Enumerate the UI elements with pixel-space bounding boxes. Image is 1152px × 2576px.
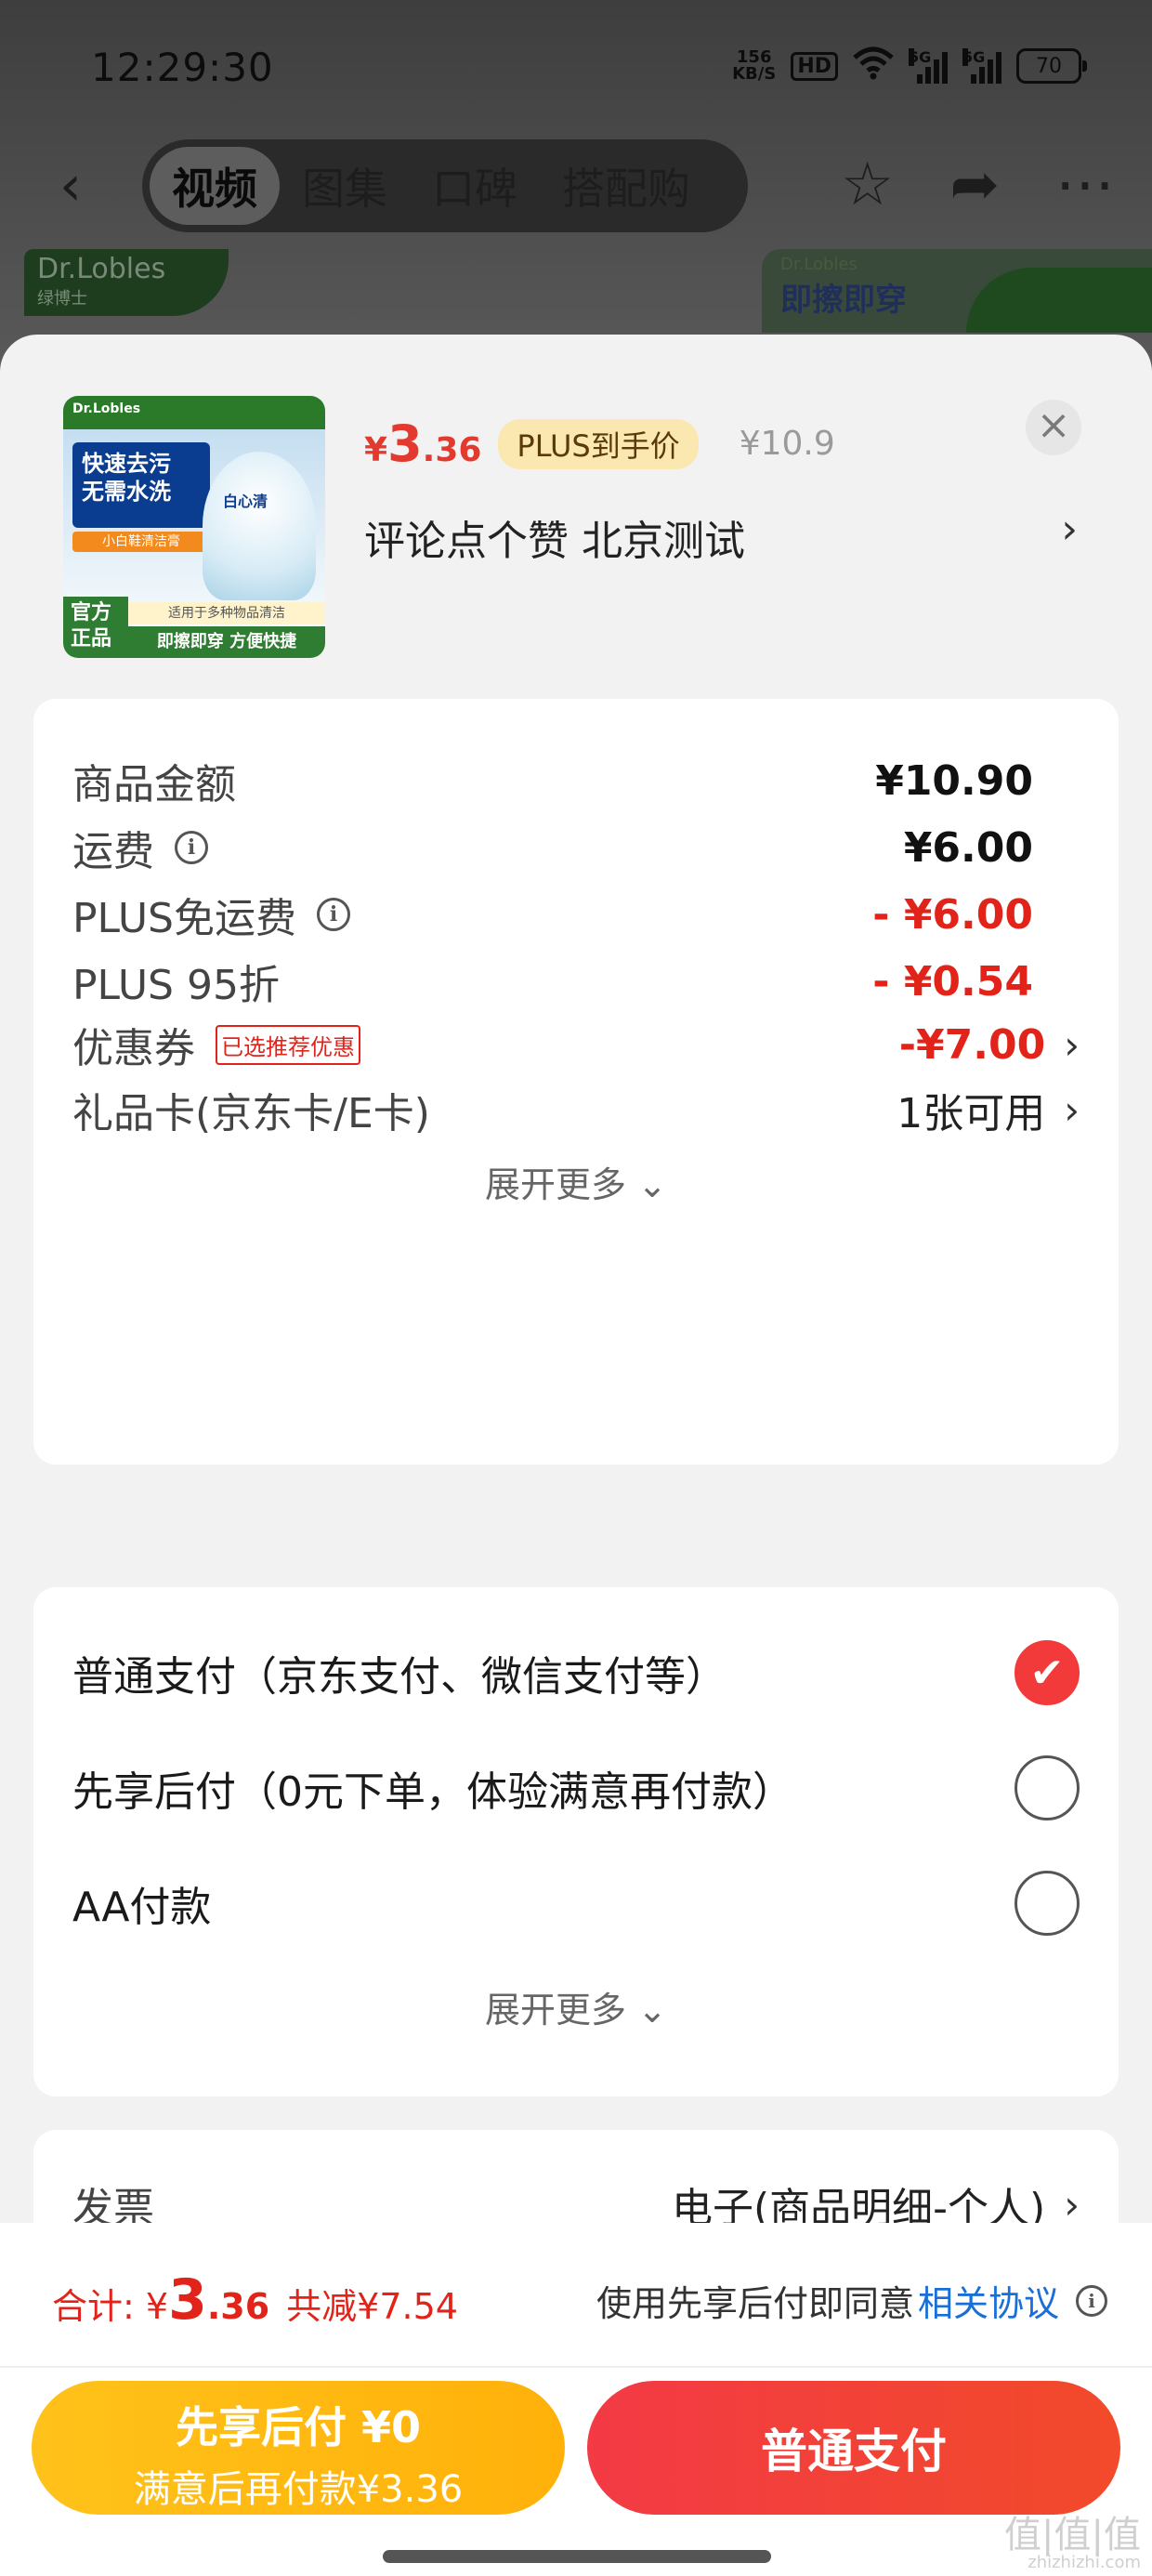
tab-video[interactable]: 视频 [150,147,280,225]
brand-banner-left: Dr.Lobles 绿博士 [24,249,229,316]
chevron-right-icon: › [1064,1086,1080,1133]
chevron-right-icon[interactable]: › [1061,506,1078,553]
fee-row-coupon[interactable]: 优惠券 已选推荐优惠 -¥7.00 › [72,1017,1080,1073]
normal-pay-button[interactable]: 普通支付 [587,2381,1120,2515]
clock: 12:29:30 [91,45,274,90]
signal-icon-1: 5G [909,48,948,84]
product-thumbnail[interactable]: Dr.Lobles 快速去污 无需水洗 小白鞋清洁膏 白心清 适用于多种物品清洁… [63,396,325,658]
pay-option-aa[interactable]: AA付款 [72,1866,1080,1940]
checkout-bottom-bar: 合计: ¥3.36 共减¥7.54 使用先享后付即同意 相关协议 i 先享后付 ¥… [0,2223,1152,2576]
top-nav: ‹ 视频 图集 口碑 搭配购 ☆ ➦ ⋯ [0,139,1152,232]
star-icon[interactable]: ☆ [841,152,894,217]
expand-more-payments[interactable]: 展开更多 ⌄ [33,1981,1119,2032]
brand-banner-right: Dr.Lobles 即擦即穿 [762,249,1152,333]
hd-icon: HD [791,51,838,81]
price-row: ¥3.36 PLUS到手价 ¥10.9 [364,414,835,473]
media-tabs: 视频 图集 口碑 搭配购 [142,139,748,232]
plus-price-badge: PLUS到手价 [498,418,699,469]
product-name[interactable]: 评论点个赞 北京测试 [364,507,745,567]
agreement-link[interactable]: 相关协议 [918,2275,1059,2326]
divider [0,2366,1152,2368]
chevron-right-icon: › [1064,1021,1080,1068]
fee-row-subtotal: 商品金额 ¥10.90 [72,756,1033,809]
order-total: 合计: ¥3.36 共减¥7.54 [52,2267,458,2333]
wifi-icon [853,46,894,85]
original-price: ¥10.9 [739,425,835,463]
radio-unchecked[interactable] [1015,1755,1080,1820]
back-arrow-icon[interactable]: ‹ [59,158,82,214]
more-icon[interactable]: ⋯ [1055,152,1115,217]
pay-option-later[interactable]: 先享后付（0元下单，体验满意再付款） [72,1751,1080,1825]
fee-summary-card: 商品金额 ¥10.90 运费 i ¥6.00 PLUS免运费 i - ¥6.00 P… [33,699,1119,1465]
pay-later-button[interactable]: 先享后付 ¥0 满意后再付款¥3.36 [32,2381,565,2515]
fee-row-shipping: 运费 i ¥6.00 [72,823,1033,876]
status-icons: 156 KB/S HD 5G 5G 70 [732,46,1087,85]
home-indicator[interactable] [383,2550,771,2563]
product-jar-image [203,452,316,600]
tab-reviews[interactable]: 口碑 [410,147,540,225]
coupon-tag: 已选推荐优惠 [216,1024,360,1065]
tab-bundle[interactable]: 搭配购 [540,147,713,225]
fee-row-gift-card[interactable]: 礼品卡(京东卡/E卡) 1张可用 › [72,1082,1080,1138]
radio-unchecked[interactable] [1015,1871,1080,1936]
fee-row-plus-discount: PLUS 95折 - ¥0.54 [72,957,1033,1010]
status-bar: 12:29:30 156 KB/S HD 5G 5G 70 [0,37,1152,102]
product-header: Dr.Lobles 快速去污 无需水洗 小白鞋清洁膏 白心清 适用于多种物品清洁… [0,335,1152,688]
tab-gallery[interactable]: 图集 [280,147,410,225]
info-icon[interactable]: i [175,831,208,864]
watermark: 值|值|值 zhizhizhi.com [1004,2514,1141,2572]
final-price: ¥3.36 [364,414,482,473]
network-speed: 156 KB/S [732,47,777,84]
info-icon[interactable]: i [1076,2284,1107,2317]
share-icon[interactable]: ➦ [949,152,1000,217]
info-icon[interactable]: i [317,898,350,931]
checkmark-icon[interactable]: ✔ [1015,1640,1080,1705]
battery-icon: 70 [1016,48,1087,84]
close-icon[interactable]: × [1026,400,1081,455]
total-saved: 共减¥7.54 [286,2286,458,2327]
payment-method-card: 普通支付（京东支付、微信支付等） ✔ 先享后付（0元下单，体验满意再付款） AA… [33,1587,1119,2096]
expand-more-fees[interactable]: 展开更多 ⌄ [33,1156,1119,1207]
pay-option-normal[interactable]: 普通支付（京东支付、微信支付等） ✔ [72,1636,1080,1710]
fee-row-plus-free-shipping: PLUS免运费 i - ¥6.00 [72,890,1033,943]
signal-icon-2: 5G [962,48,1001,84]
agreement-text: 使用先享后付即同意 相关协议 i [596,2275,1107,2326]
chevron-right-icon: › [1064,2181,1080,2228]
nav-actions: ☆ ➦ ⋯ [841,152,1115,217]
